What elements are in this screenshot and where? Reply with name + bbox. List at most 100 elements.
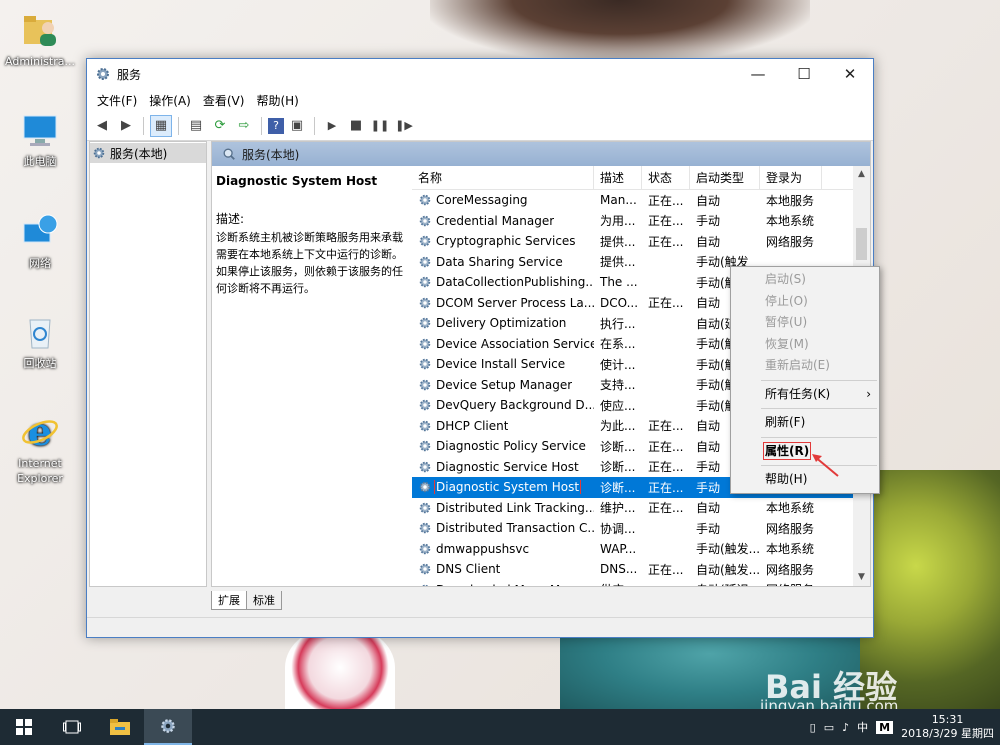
- service-logon-cell: 本地系统: [766, 501, 815, 516]
- close-button[interactable]: ✕: [827, 59, 873, 89]
- service-status-cell: 正在...: [648, 501, 684, 516]
- desktop-icon-label: 此电脑: [23, 155, 57, 168]
- scroll-down-icon[interactable]: ▼: [853, 569, 870, 586]
- service-row[interactable]: dmwappushsvc WAP... 手动(触发... 本地系统: [412, 539, 870, 560]
- description-label: 描述:: [216, 212, 245, 226]
- desktop-icon-this-pc[interactable]: 此电脑: [0, 110, 80, 169]
- menu-help[interactable]: 帮助(H): [250, 92, 304, 109]
- pause-icon[interactable]: ❚❚: [369, 115, 391, 137]
- folder-icon: [110, 719, 130, 735]
- context-menu-item-label: 属性(R): [762, 441, 812, 460]
- computer-icon: [23, 115, 57, 146]
- desktop-icon-administrator[interactable]: Administra...: [0, 10, 80, 69]
- clock-time: 15:31: [931, 713, 964, 726]
- resume-icon[interactable]: ❚▶: [393, 115, 415, 137]
- service-row[interactable]: CoreMessaging Man... 正在... 自动 本地服务: [412, 190, 870, 211]
- scrollbar-thumb[interactable]: [856, 228, 867, 260]
- service-gear-icon: [419, 543, 431, 554]
- column-header-description[interactable]: 描述: [594, 166, 642, 190]
- refresh-icon[interactable]: ⟳: [209, 115, 231, 137]
- scroll-up-icon[interactable]: ▲: [853, 166, 870, 183]
- export-list-icon[interactable]: ⇨: [233, 115, 255, 137]
- status-bar: [87, 617, 873, 637]
- desktop-icon-recycle-bin[interactable]: 回收站: [0, 312, 80, 371]
- context-menu-item-label: 所有任务(K): [765, 386, 831, 401]
- file-explorer-button[interactable]: [96, 709, 144, 745]
- context-menu-item: 暂停(U): [731, 312, 879, 334]
- clock[interactable]: 15:31 2018/3/29 星期四: [901, 713, 994, 741]
- start-button[interactable]: [0, 709, 48, 745]
- service-name-cell: Device Install Service: [412, 357, 594, 371]
- service-name-cell: Delivery Optimization: [412, 316, 594, 330]
- service-name: DevQuery Background D...: [436, 398, 594, 413]
- services-gear-icon: [93, 147, 105, 159]
- ime-language-indicator[interactable]: 中: [857, 719, 868, 735]
- maximize-button[interactable]: ☐: [781, 59, 827, 89]
- service-row[interactable]: DNS Client DNS... 正在... 自动(触发... 网络服务: [412, 559, 870, 580]
- task-view-button[interactable]: [48, 709, 96, 745]
- menu-file[interactable]: 文件(F): [91, 92, 143, 109]
- services-taskbar-button[interactable]: [144, 709, 192, 745]
- show-hide-tree-icon[interactable]: ▦: [150, 114, 172, 137]
- annotation-arrow-icon: [812, 454, 839, 477]
- service-row[interactable]: Distributed Link Tracking... 维护... 正在... 自动…: [412, 498, 870, 519]
- context-menu-item-label: 启动(S): [765, 272, 806, 286]
- list-view-icon[interactable]: ▤: [185, 115, 207, 137]
- service-row[interactable]: Distributed Transaction C... 协调... 手动 网络服务: [412, 518, 870, 539]
- menu-bar: 文件(F) 操作(A) 查看(V) 帮助(H): [87, 89, 873, 111]
- service-name: Diagnostic System Host: [433, 480, 582, 495]
- service-name-cell: Distributed Transaction C...: [412, 521, 594, 535]
- minimize-button[interactable]: —: [735, 59, 781, 89]
- service-description-cell: DNS...: [600, 562, 638, 577]
- desktop-icon-label: 网络: [29, 257, 51, 270]
- notification-icon[interactable]: ▯: [810, 721, 816, 734]
- service-description-cell: 供应...: [594, 581, 642, 586]
- service-name: Cryptographic Services: [436, 234, 576, 249]
- windows-logo-icon: [16, 719, 32, 735]
- stop-icon[interactable]: ■: [345, 115, 367, 137]
- play-icon[interactable]: ▶: [321, 115, 343, 137]
- volume-icon[interactable]: ♪: [842, 721, 849, 734]
- desktop-icon-label: Administra...: [5, 55, 75, 68]
- properties-icon[interactable]: ▣: [286, 115, 308, 137]
- tab-standard[interactable]: 标准: [246, 591, 282, 610]
- desktop-icon-internet-explorer[interactable]: e Internet Explorer: [0, 412, 80, 486]
- tree-item-services-local[interactable]: 服务(本地): [90, 143, 206, 163]
- help-icon[interactable]: ?: [268, 117, 284, 134]
- tree-item-label: 服务(本地): [110, 146, 168, 161]
- column-header-log-on-as[interactable]: 登录为: [760, 166, 822, 190]
- taskbar: ▯ ▭ ♪ 中 M 15:31 2018/3/29 星期四: [0, 709, 1000, 745]
- service-name: Downloaded Maps Man...: [436, 583, 587, 586]
- service-gear-icon: [419, 277, 431, 288]
- service-row[interactable]: Downloaded Maps Man... 供应... 自动(延迟...网络服务: [412, 580, 870, 586]
- service-row[interactable]: Cryptographic Services 提供... 正在... 自动 网络服务: [412, 231, 870, 252]
- service-logon-cell: 网络服务: [766, 562, 815, 577]
- service-status-cell: 正在...: [648, 439, 684, 454]
- desktop-icon-network[interactable]: 网络: [0, 212, 80, 271]
- window-titlebar[interactable]: 服务 — ☐ ✕: [87, 59, 873, 89]
- service-description-cell: 使应...: [600, 398, 636, 413]
- toolbar-separator: [143, 116, 144, 135]
- context-menu-item[interactable]: 属性(R): [731, 441, 879, 463]
- context-menu-item[interactable]: 刷新(F): [731, 412, 879, 434]
- column-header-startup-type[interactable]: 启动类型: [690, 166, 760, 190]
- service-name-cell: dmwappushsvc: [412, 542, 594, 556]
- context-menu-item-label: 帮助(H): [765, 472, 808, 486]
- context-menu-item[interactable]: 所有任务(K) ›: [731, 384, 879, 406]
- user-folder-icon: [24, 16, 56, 46]
- context-menu-item[interactable]: 帮助(H): [731, 469, 879, 491]
- service-gear-icon: [419, 338, 431, 349]
- service-name: Distributed Transaction C...: [436, 521, 594, 536]
- console-tree: 服务(本地): [89, 141, 207, 587]
- ime-mode-indicator[interactable]: M: [876, 720, 894, 734]
- menu-action[interactable]: 操作(A): [143, 92, 197, 109]
- tab-extended[interactable]: 扩展: [211, 591, 247, 610]
- back-icon[interactable]: ◀: [91, 115, 113, 137]
- network-icon[interactable]: ▭: [824, 721, 834, 734]
- service-name-cell: Device Setup Manager: [412, 378, 594, 392]
- service-status-cell: 正在...: [648, 214, 684, 229]
- forward-icon[interactable]: ▶: [115, 115, 137, 137]
- service-row[interactable]: Credential Manager 为用... 正在... 手动 本地系统: [412, 211, 870, 232]
- column-header-status[interactable]: 状态: [642, 166, 690, 190]
- menu-view[interactable]: 查看(V): [197, 92, 251, 109]
